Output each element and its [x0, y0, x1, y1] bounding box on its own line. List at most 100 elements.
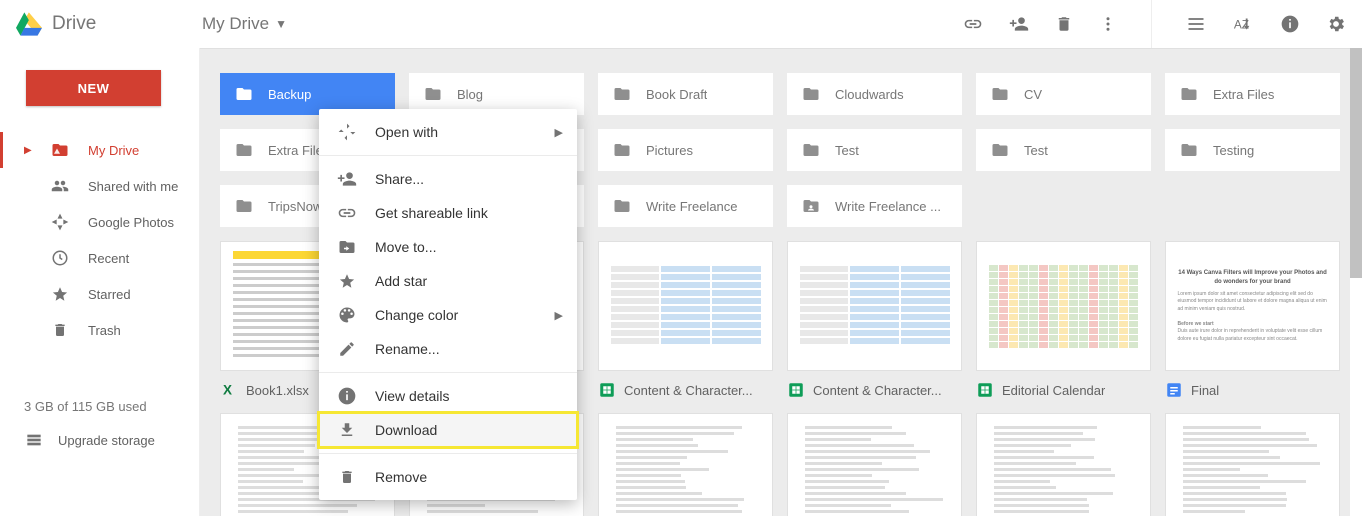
get-link-icon[interactable] — [963, 14, 983, 34]
folder-label: Book Draft — [646, 87, 707, 102]
file-item[interactable] — [787, 413, 962, 516]
info-icon[interactable] — [1280, 14, 1300, 34]
more-icon[interactable] — [1099, 14, 1117, 34]
folder-label: Test — [1024, 143, 1048, 158]
download-icon — [337, 421, 357, 439]
menu-label: Get shareable link — [375, 205, 488, 221]
upgrade-storage[interactable]: Upgrade storage — [24, 432, 183, 448]
folder-item[interactable]: Book Draft — [598, 73, 773, 115]
info-icon — [337, 386, 357, 406]
folder-icon — [612, 85, 632, 103]
folder-label: Cloudwards — [835, 87, 904, 102]
chevron-right-icon: ▶ — [555, 126, 563, 139]
folder-item[interactable]: CV — [976, 73, 1151, 115]
svg-text:X: X — [223, 383, 232, 398]
menu-label: Share... — [375, 171, 424, 187]
app-title: Drive — [52, 13, 96, 35]
add-person-icon[interactable] — [1009, 14, 1029, 34]
menu-label: Download — [375, 422, 437, 438]
menu-separator — [319, 155, 577, 156]
file-item[interactable]: Content & Character... — [787, 241, 962, 399]
menu-download[interactable]: Download — [319, 413, 577, 447]
nav-recent[interactable]: Recent — [0, 240, 199, 276]
new-button[interactable]: NEW — [26, 70, 161, 106]
file-type-icon: X — [220, 381, 238, 399]
menu-link[interactable]: Get shareable link — [319, 196, 577, 230]
menu-palette[interactable]: Change color ▶ — [319, 298, 577, 332]
menu-share[interactable]: Share... — [319, 162, 577, 196]
menu-rename[interactable]: Rename... — [319, 332, 577, 366]
scrollbar[interactable] — [1350, 48, 1362, 278]
breadcrumb-dropdown[interactable]: My Drive ▼ — [202, 14, 287, 34]
palette-icon — [337, 305, 357, 325]
nav-photos[interactable]: Google Photos — [0, 204, 199, 240]
nav-trash[interactable]: Trash — [0, 312, 199, 348]
folder-item[interactable]: Testing — [1165, 129, 1340, 171]
menu-info[interactable]: View details — [319, 379, 577, 413]
logo-area[interactable]: Drive — [16, 12, 202, 36]
folder-item[interactable]: Write Freelance — [598, 185, 773, 227]
nav-starred[interactable]: Starred — [0, 276, 199, 312]
folder-item[interactable]: Pictures — [598, 129, 773, 171]
folder-item[interactable]: Cloudwards — [787, 73, 962, 115]
menu-label: Remove — [375, 469, 427, 485]
folder-label: Test — [835, 143, 859, 158]
storage-text: 3 GB of 115 GB used — [24, 399, 183, 414]
nav-label: Shared with me — [88, 179, 178, 194]
folder-icon — [990, 85, 1010, 103]
nav-label: My Drive — [88, 143, 139, 158]
folder-item[interactable]: Test — [976, 129, 1151, 171]
folder-item[interactable]: Write Freelance ... — [787, 185, 962, 227]
nav-label: Trash — [88, 323, 121, 338]
file-item[interactable]: Editorial Calendar — [976, 241, 1151, 399]
file-type-icon — [976, 381, 994, 399]
folder-item[interactable]: Test — [787, 129, 962, 171]
folder-label: Write Freelance ... — [835, 199, 941, 214]
drive-logo-icon — [16, 12, 42, 36]
context-menu: Open with▶ Share... Get shareable link Move… — [319, 109, 577, 500]
menu-openwith[interactable]: Open with▶ — [319, 115, 577, 149]
sort-icon[interactable]: AZ — [1232, 13, 1254, 35]
menu-trash[interactable]: Remove — [319, 460, 577, 494]
folder-icon — [801, 197, 821, 215]
storage-icon — [24, 432, 44, 448]
file-name: Final — [1191, 383, 1219, 398]
menu-label: Change color — [375, 307, 458, 323]
folder-icon — [1179, 85, 1199, 103]
breadcrumb-label: My Drive — [202, 14, 269, 34]
trash-icon — [50, 321, 70, 339]
list-view-icon[interactable] — [1186, 14, 1206, 34]
file-thumbnail — [787, 413, 962, 516]
photos-icon — [50, 212, 70, 232]
chevron-right-icon: ▶ — [555, 309, 563, 322]
header: Drive My Drive ▼ AZ — [0, 0, 1362, 48]
file-thumbnail — [787, 241, 962, 371]
file-thumbnail — [1165, 413, 1340, 516]
star-icon — [337, 272, 357, 290]
nav-shared[interactable]: Shared with me — [0, 168, 199, 204]
folder-icon — [423, 85, 443, 103]
file-type-icon — [1165, 381, 1183, 399]
file-item[interactable] — [976, 413, 1151, 516]
file-thumbnail — [598, 241, 773, 371]
folder-label: TripsNow — [268, 199, 322, 214]
chevron-down-icon: ▼ — [275, 17, 287, 31]
nav-label: Recent — [88, 251, 129, 266]
file-item[interactable] — [598, 413, 773, 516]
menu-label: Rename... — [375, 341, 440, 357]
people-icon — [50, 177, 70, 195]
folder-item[interactable]: Extra Files — [1165, 73, 1340, 115]
settings-icon[interactable] — [1326, 14, 1346, 34]
file-item[interactable]: Content & Character... — [598, 241, 773, 399]
nav-label: Google Photos — [88, 215, 174, 230]
menu-moveto[interactable]: Move to... — [319, 230, 577, 264]
nav-my-drive[interactable]: ▶ My Drive — [0, 132, 199, 168]
folder-icon — [234, 197, 254, 215]
file-item[interactable] — [1165, 413, 1340, 516]
folder-label: Write Freelance — [646, 199, 738, 214]
file-thumbnail — [598, 413, 773, 516]
file-name: Content & Character... — [624, 383, 753, 398]
delete-icon[interactable] — [1055, 14, 1073, 34]
file-item[interactable]: 14 Ways Canva Filters will Improve your … — [1165, 241, 1340, 399]
menu-star[interactable]: Add star — [319, 264, 577, 298]
